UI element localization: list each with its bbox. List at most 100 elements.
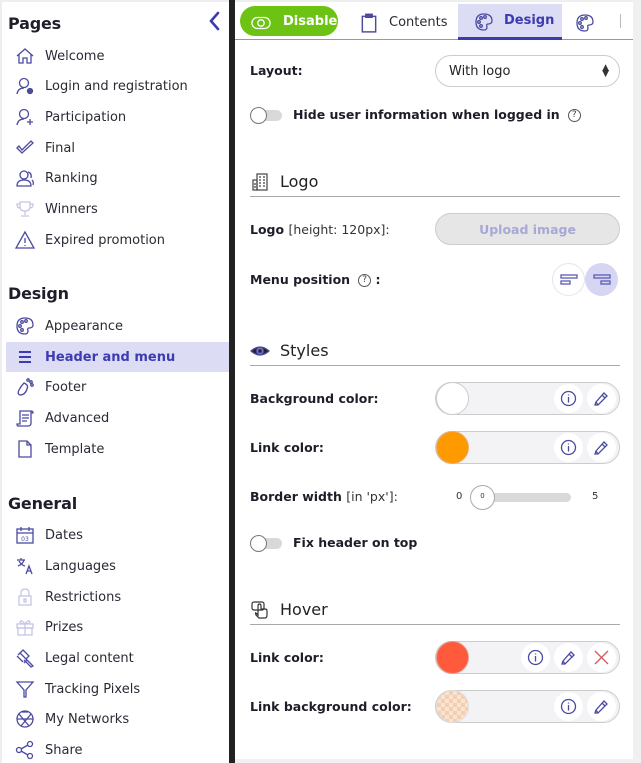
menu-position-colon: : <box>375 272 381 287</box>
hide-user-info-label: Hide user information when logged in? <box>293 107 581 122</box>
sidebar-item-label: Ranking <box>45 170 98 186</box>
warning-icon <box>14 229 36 251</box>
collapse-sidebar-button[interactable] <box>205 10 225 32</box>
align-right-icon <box>592 273 611 285</box>
tab-contents[interactable]: Contents <box>359 4 459 40</box>
section-title: Hover <box>280 600 328 619</box>
sidebar-item-restrictions[interactable]: Restrictions <box>6 582 231 612</box>
palette-icon <box>474 12 493 31</box>
user-add-icon <box>14 106 36 128</box>
sidebar-item-label: My Networks <box>45 711 130 727</box>
info-icon <box>560 698 577 715</box>
fix-header-toggle[interactable] <box>250 535 284 552</box>
sidebar-item-legal-content[interactable]: Legal content <box>6 643 231 673</box>
border-width-label: Border width [in 'px']: <box>250 489 398 504</box>
sidebar-item-label: Appearance <box>45 318 124 334</box>
sidebar-item-languages[interactable]: Languages <box>6 551 231 581</box>
link-color-field[interactable] <box>435 431 620 464</box>
background-color-swatch[interactable] <box>436 382 469 415</box>
help-icon[interactable]: ? <box>567 109 581 122</box>
sidebar-item-label: Dates <box>45 527 83 543</box>
sidebar-item-template[interactable]: Template <box>6 434 231 464</box>
sidebar-item-footer[interactable]: Footer <box>6 372 231 402</box>
translate-icon <box>14 555 36 577</box>
tab-design[interactable]: Design <box>458 4 562 40</box>
edit-color-button[interactable] <box>587 384 616 413</box>
border-width-slider-track[interactable] <box>483 493 571 502</box>
info-button[interactable] <box>554 384 583 413</box>
user-login-icon <box>14 75 36 97</box>
sidebar-item-label: Participation <box>45 109 127 125</box>
link-color-swatch[interactable] <box>436 431 469 464</box>
scroll-icon <box>14 407 36 429</box>
link-color-label: Link color: <box>250 440 324 455</box>
logo-hint: [height: 120px]: <box>288 222 390 237</box>
sidebar-item-label: Tracking Pixels <box>45 681 141 697</box>
sidebar-item-my-networks[interactable]: My Networks <box>6 704 231 734</box>
help-icon[interactable]: ? <box>358 274 372 287</box>
sidebar-item-login[interactable]: Login and registration <box>6 71 231 101</box>
section-styles: Styles <box>250 336 620 366</box>
edit-color-button[interactable] <box>554 643 583 672</box>
info-button[interactable] <box>554 433 583 462</box>
sidebar-item-final[interactable]: Final <box>6 133 231 163</box>
tab-bar: Disable Contents Design <box>235 0 633 40</box>
hover-link-color-swatch[interactable] <box>436 641 469 674</box>
edit-color-button[interactable] <box>587 692 616 721</box>
sidebar-item-expired-promotion[interactable]: Expired promotion <box>6 225 231 255</box>
layout-select[interactable]: With logo ▲ ▼ <box>435 55 620 87</box>
clear-color-button[interactable] <box>587 643 616 672</box>
sidebar-item-ranking[interactable]: Ranking <box>6 163 231 193</box>
sidebar-item-welcome[interactable]: Welcome <box>6 41 231 71</box>
tab-label: Design <box>504 13 555 28</box>
sidebar-item-dates[interactable]: 03 Dates <box>6 520 231 550</box>
menu-position-text: Menu position <box>250 272 351 287</box>
close-icon <box>594 650 609 665</box>
hide-user-info-toggle[interactable] <box>250 107 284 124</box>
info-button[interactable] <box>554 692 583 721</box>
network-globe-icon <box>14 708 36 730</box>
trophy-icon <box>14 198 36 220</box>
sidebar-item-share[interactable]: Share <box>6 735 231 763</box>
sidebar-item-winners[interactable]: Winners <box>6 194 231 224</box>
svg-text:03: 03 <box>21 536 29 543</box>
gift-icon <box>14 616 36 638</box>
section-title-general: General <box>8 494 77 513</box>
sidebar-item-advanced[interactable]: Advanced <box>6 403 231 433</box>
sidebar-item-label: Template <box>45 441 105 457</box>
sidebar-item-prizes[interactable]: Prizes <box>6 612 231 642</box>
background-color-field[interactable] <box>435 382 620 415</box>
document-icon <box>14 438 36 460</box>
sidebar-item-participation[interactable]: Participation <box>6 102 231 132</box>
tab-appearance[interactable] <box>575 4 605 40</box>
align-left-icon <box>559 273 578 285</box>
hover-link-color-field[interactable] <box>435 641 620 674</box>
info-button[interactable] <box>521 643 550 672</box>
menu-position-left-button[interactable] <box>552 263 585 296</box>
sidebar-item-label: Share <box>45 742 83 758</box>
border-width-slider-handle[interactable]: 0 <box>470 485 495 510</box>
share-icon <box>14 739 36 761</box>
sidebar-item-label: Login and registration <box>45 78 188 94</box>
hover-link-bg-color-field[interactable] <box>435 690 620 723</box>
pencil-icon <box>594 700 608 714</box>
sidebar-item-tracking-pixels[interactable]: Tracking Pixels <box>6 674 231 704</box>
home-icon <box>14 45 36 67</box>
edit-color-button[interactable] <box>587 433 616 462</box>
sidebar-item-header-and-menu[interactable]: Header and menu <box>6 342 231 372</box>
disable-button[interactable]: Disable <box>240 6 338 36</box>
logo-label-text: Logo <box>250 222 285 237</box>
sidebar-item-label: Restrictions <box>45 589 122 605</box>
toggle-icon <box>251 13 273 30</box>
sidebar-item-appearance[interactable]: Appearance <box>6 311 231 341</box>
upload-image-button[interactable]: Upload image <box>435 213 620 245</box>
hand-pointer-icon <box>250 600 270 620</box>
building-icon <box>250 172 270 192</box>
select-caret-icon: ▲ ▼ <box>602 63 609 79</box>
menu-position-right-button[interactable] <box>585 263 618 296</box>
info-icon <box>560 390 577 407</box>
hover-link-bg-color-swatch[interactable] <box>436 690 469 723</box>
section-hover: Hover <box>250 595 620 625</box>
users-ranking-icon <box>14 167 36 189</box>
tab-label: Contents <box>389 14 448 30</box>
